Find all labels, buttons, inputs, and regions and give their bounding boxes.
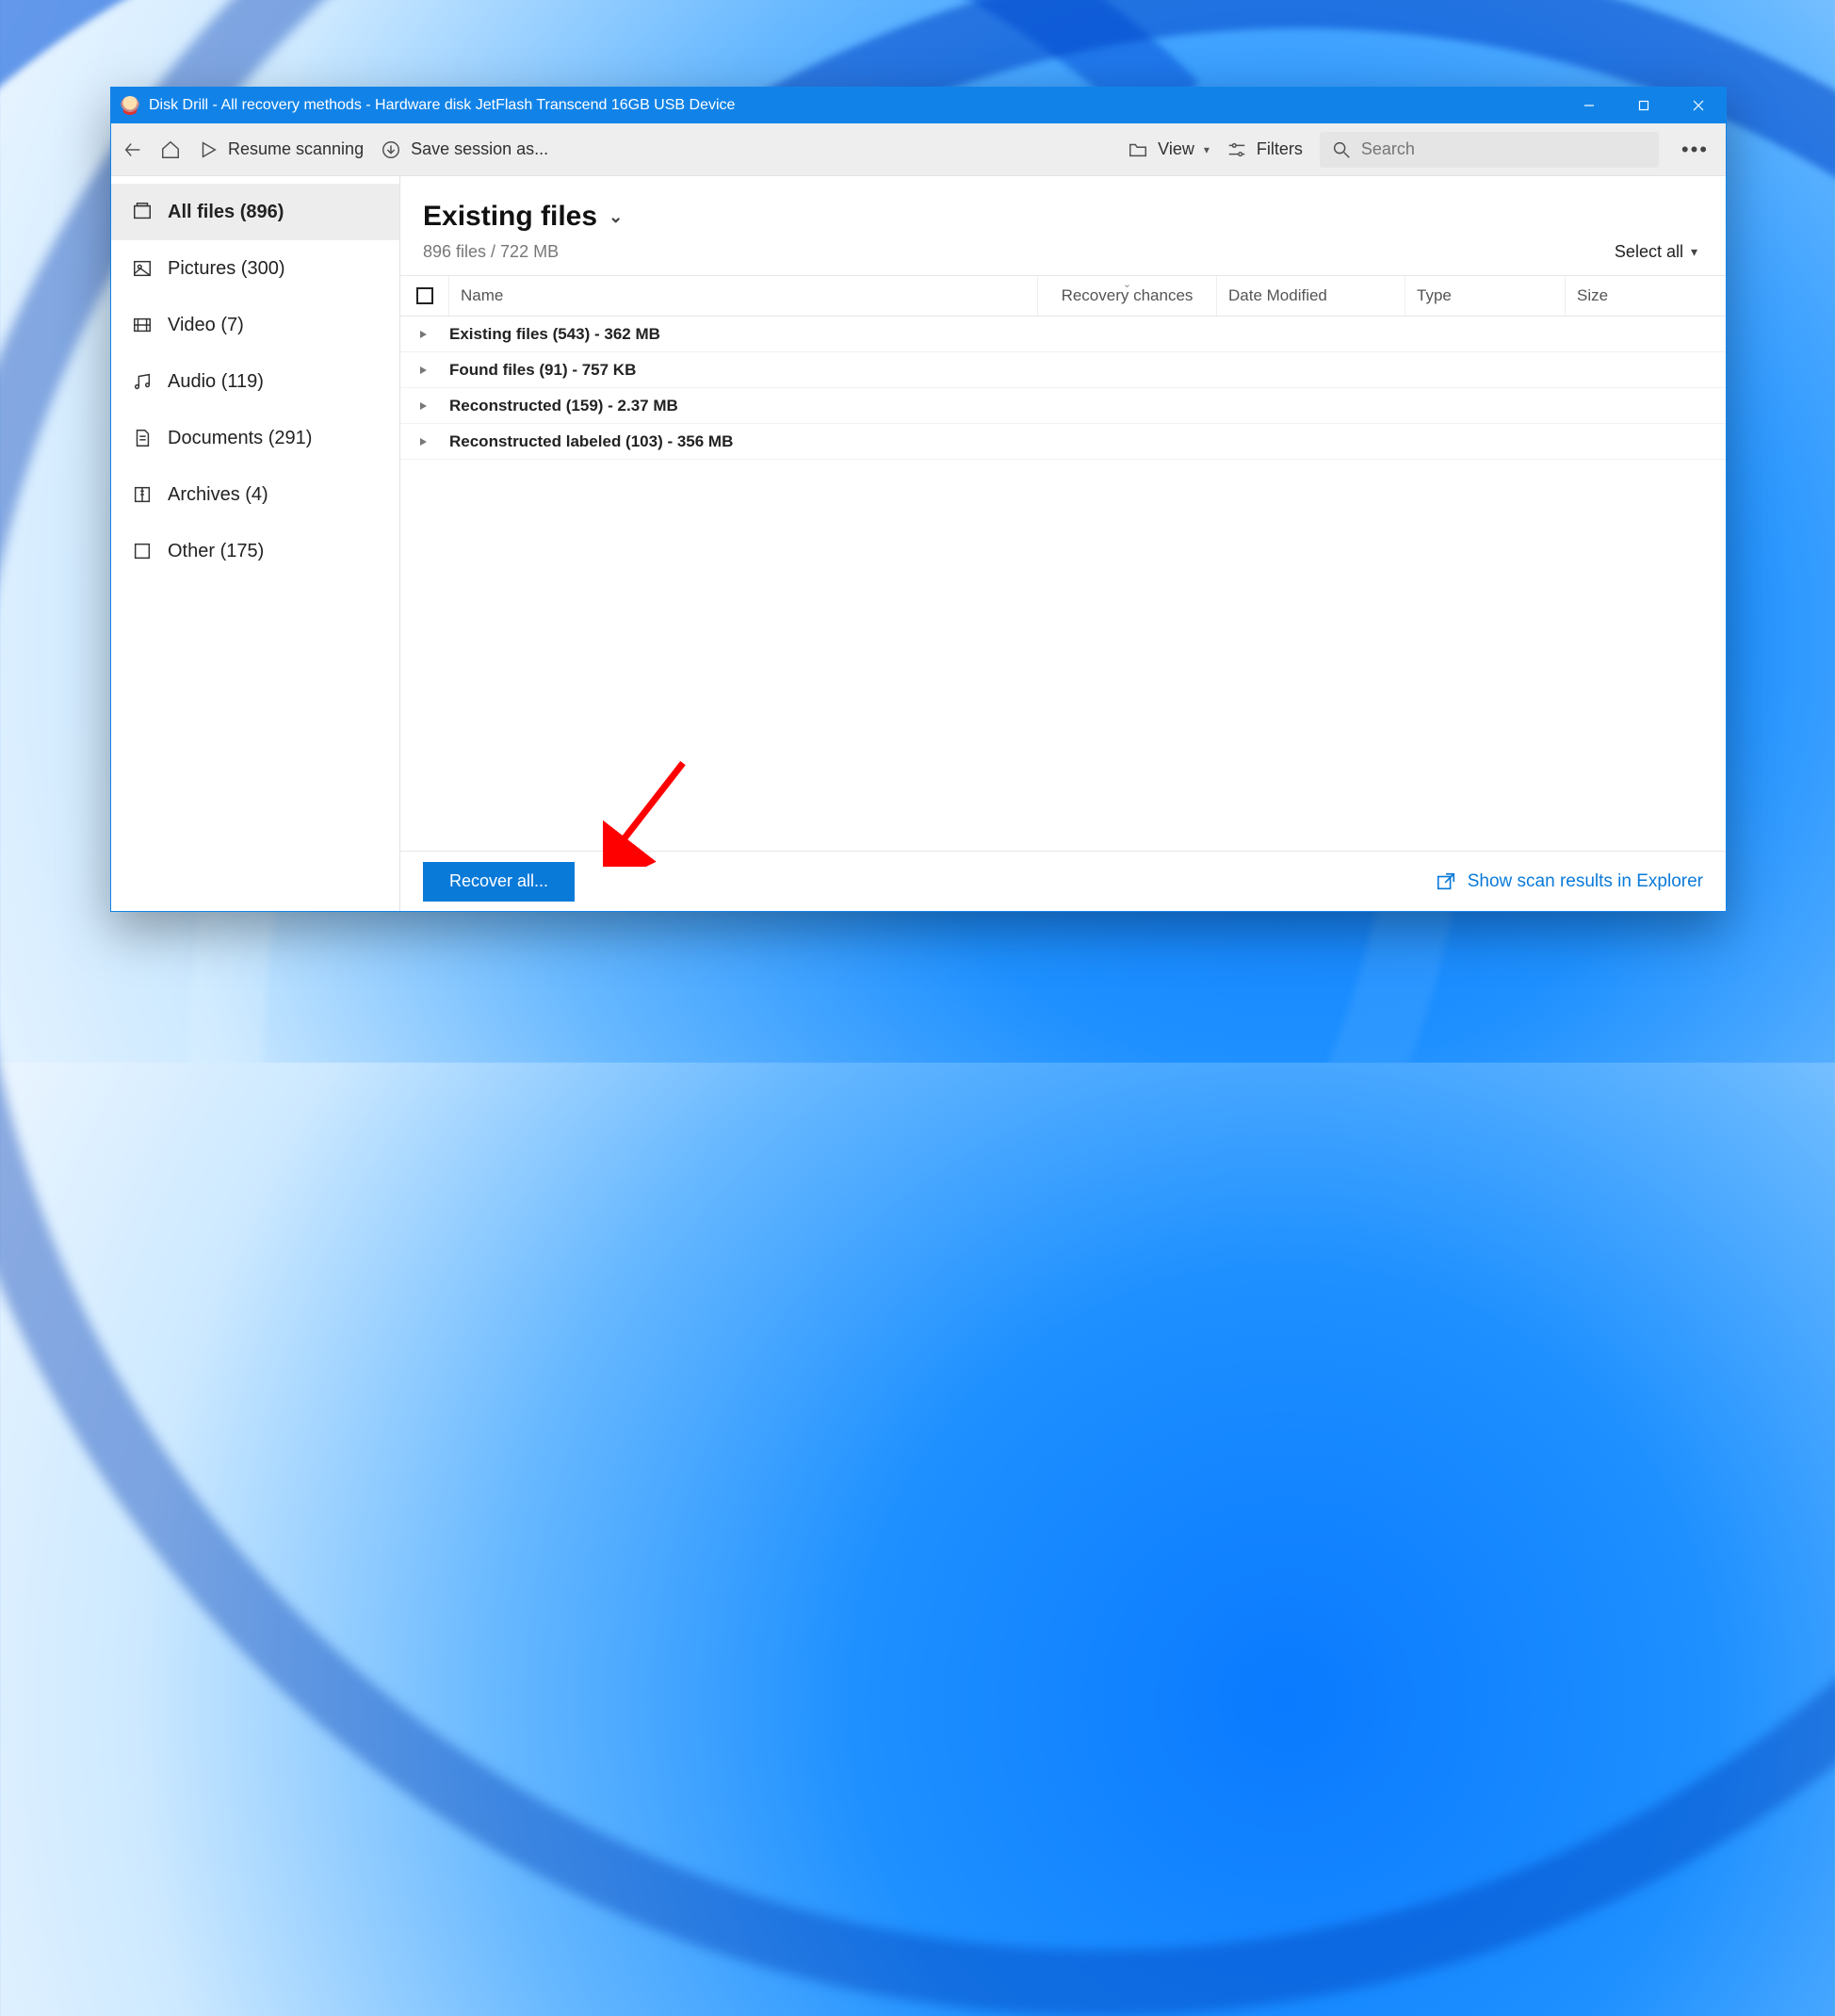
document-icon — [132, 428, 153, 448]
sidebar-item-label: Audio (119) — [168, 371, 264, 393]
expand-icon[interactable] — [414, 325, 432, 344]
recover-all-label: Recover all... — [449, 871, 548, 891]
show-in-explorer-label: Show scan results in Explorer — [1468, 871, 1703, 892]
home-button[interactable] — [160, 139, 181, 160]
archive-icon — [132, 484, 153, 505]
column-recovery[interactable]: ⌄ Recovery chances — [1038, 276, 1217, 316]
chevron-down-icon: ▾ — [1691, 244, 1697, 260]
results-title: Existing files — [423, 201, 597, 233]
save-session-label: Save session as... — [411, 139, 548, 159]
sidebar-item-label: All files (896) — [168, 202, 284, 223]
column-size-label: Size — [1577, 286, 1608, 305]
column-size[interactable]: Size — [1566, 276, 1726, 316]
sidebar-item-video[interactable]: Video (7) — [111, 297, 399, 353]
folder-icon — [1128, 139, 1148, 160]
app-icon — [121, 96, 139, 115]
sidebar-item-label: Video (7) — [168, 315, 244, 336]
open-external-icon — [1436, 871, 1456, 892]
titlebar[interactable]: Disk Drill - All recovery methods - Hard… — [111, 88, 1726, 123]
minimize-button[interactable] — [1562, 88, 1616, 123]
table-row[interactable]: Existing files (543) - 362 MB — [400, 317, 1726, 352]
sidebar-item-all-files[interactable]: All files (896) — [111, 184, 399, 240]
image-icon — [132, 258, 153, 279]
sliders-icon — [1226, 139, 1247, 160]
sidebar-item-pictures[interactable]: Pictures (300) — [111, 240, 399, 297]
expand-icon[interactable] — [414, 432, 432, 451]
chevron-down-icon: ▾ — [1204, 143, 1210, 156]
sidebar-item-other[interactable]: Other (175) — [111, 523, 399, 579]
select-all-checkbox-cell[interactable] — [400, 276, 449, 316]
search-box[interactable] — [1320, 132, 1659, 168]
row-label: Found files (91) - 757 KB — [449, 361, 636, 380]
results-rows: Existing files (543) - 362 MB Found file… — [400, 317, 1726, 851]
search-input[interactable] — [1361, 139, 1648, 159]
table-row[interactable]: Found files (91) - 757 KB — [400, 352, 1726, 388]
select-all-label: Select all — [1615, 242, 1683, 262]
expand-icon[interactable] — [414, 397, 432, 415]
chevron-down-icon: ⌄ — [609, 207, 623, 227]
column-name-label: Name — [461, 286, 503, 305]
search-icon — [1331, 139, 1352, 160]
show-in-explorer-link[interactable]: Show scan results in Explorer — [1436, 871, 1703, 892]
sidebar-item-documents[interactable]: Documents (291) — [111, 410, 399, 466]
table-row[interactable]: Reconstructed labeled (103) - 356 MB — [400, 424, 1726, 460]
recover-all-button[interactable]: Recover all... — [423, 862, 575, 902]
filters-button[interactable]: Filters — [1226, 139, 1303, 160]
select-all-dropdown[interactable]: Select all ▾ — [1615, 201, 1703, 262]
column-date[interactable]: Date Modified — [1217, 276, 1405, 316]
checkbox-icon[interactable] — [416, 287, 433, 304]
sidebar-item-label: Archives (4) — [168, 484, 268, 506]
sidebar-item-archives[interactable]: Archives (4) — [111, 466, 399, 523]
app-window: Disk Drill - All recovery methods - Hard… — [110, 87, 1727, 912]
view-label: View — [1158, 139, 1194, 159]
view-dropdown[interactable]: View ▾ — [1128, 139, 1210, 160]
video-icon — [132, 315, 153, 335]
column-name[interactable]: Name — [449, 276, 1038, 316]
close-button[interactable] — [1671, 88, 1726, 123]
back-button[interactable] — [122, 139, 143, 160]
maximize-button[interactable] — [1616, 88, 1671, 123]
results-title-dropdown[interactable]: Existing files ⌄ — [423, 201, 1615, 233]
sidebar: All files (896) Pictures (300) Video (7)… — [111, 176, 400, 911]
play-icon — [198, 139, 219, 160]
more-menu-button[interactable]: ••• — [1676, 138, 1714, 162]
results-subtitle: 896 files / 722 MB — [423, 242, 1615, 262]
main-panel: Existing files ⌄ 896 files / 722 MB Sele… — [400, 176, 1726, 911]
resume-scanning-button[interactable]: Resume scanning — [198, 139, 364, 160]
square-icon — [132, 541, 153, 561]
sidebar-item-label: Documents (291) — [168, 428, 312, 449]
column-headers: Name ⌄ Recovery chances Date Modified Ty… — [400, 275, 1726, 317]
stack-icon — [132, 202, 153, 222]
save-session-button[interactable]: Save session as... — [381, 139, 548, 160]
sidebar-item-audio[interactable]: Audio (119) — [111, 353, 399, 410]
row-label: Reconstructed (159) - 2.37 MB — [449, 397, 678, 415]
column-date-label: Date Modified — [1228, 286, 1327, 305]
sidebar-item-label: Pictures (300) — [168, 258, 285, 280]
filters-label: Filters — [1257, 139, 1303, 159]
row-label: Reconstructed labeled (103) - 356 MB — [449, 432, 733, 451]
sort-indicator-icon: ⌄ — [1123, 278, 1131, 290]
column-type-label: Type — [1417, 286, 1452, 305]
window-title: Disk Drill - All recovery methods - Hard… — [149, 97, 735, 114]
column-type[interactable]: Type — [1405, 276, 1566, 316]
download-icon — [381, 139, 401, 160]
music-icon — [132, 371, 153, 392]
sidebar-item-label: Other (175) — [168, 541, 264, 562]
table-row[interactable]: Reconstructed (159) - 2.37 MB — [400, 388, 1726, 424]
toolbar: Resume scanning Save session as... View … — [111, 123, 1726, 176]
footer: Recover all... Show scan results in Expl… — [400, 851, 1726, 911]
row-label: Existing files (543) - 362 MB — [449, 325, 660, 344]
resume-scanning-label: Resume scanning — [228, 139, 364, 159]
expand-icon[interactable] — [414, 361, 432, 380]
